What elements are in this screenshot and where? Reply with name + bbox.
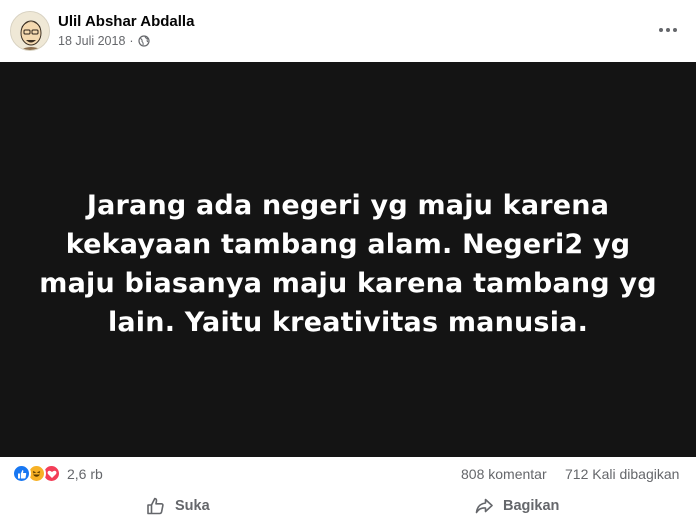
more-dot bbox=[673, 28, 677, 32]
share-button[interactable]: Bagikan bbox=[474, 492, 559, 520]
like-icon bbox=[12, 464, 31, 483]
post-stats: 2,6 rb 808 komentar 712 Kali dibagikan bbox=[0, 457, 696, 490]
post-image-text: Jarang ada negeri yg maju karena kekayaa… bbox=[39, 189, 657, 338]
post-actions: Suka Bagikan bbox=[0, 490, 696, 523]
more-options-button[interactable] bbox=[656, 18, 680, 42]
post-meta: 18 Juli 2018 · bbox=[58, 34, 150, 48]
post-header: Ulil Abshar Abdalla 18 Juli 2018 · bbox=[0, 0, 696, 62]
share-label: Bagikan bbox=[503, 498, 560, 514]
share-arrow-icon bbox=[475, 498, 493, 514]
comments-count[interactable]: 808 komentar bbox=[461, 466, 547, 482]
shares-count[interactable]: 712 Kali dibagikan bbox=[565, 466, 679, 482]
thumbs-up-icon bbox=[147, 497, 164, 515]
avatar-illustration bbox=[11, 12, 49, 50]
globe-icon bbox=[137, 35, 150, 47]
more-dot bbox=[666, 28, 670, 32]
post-date[interactable]: 18 Juli 2018 bbox=[58, 34, 125, 48]
author-avatar[interactable] bbox=[10, 11, 50, 51]
like-button[interactable]: Suka bbox=[146, 492, 210, 520]
like-label: Suka bbox=[175, 498, 210, 514]
reactions-count: 2,6 rb bbox=[67, 465, 103, 482]
meta-separator: · bbox=[129, 34, 134, 48]
author-name[interactable]: Ulil Abshar Abdalla bbox=[58, 13, 194, 30]
post-text-image[interactable]: Jarang ada negeri yg maju karena kekayaa… bbox=[0, 62, 696, 457]
reactions-summary[interactable]: 2,6 rb bbox=[12, 464, 103, 483]
more-dot bbox=[659, 28, 663, 32]
